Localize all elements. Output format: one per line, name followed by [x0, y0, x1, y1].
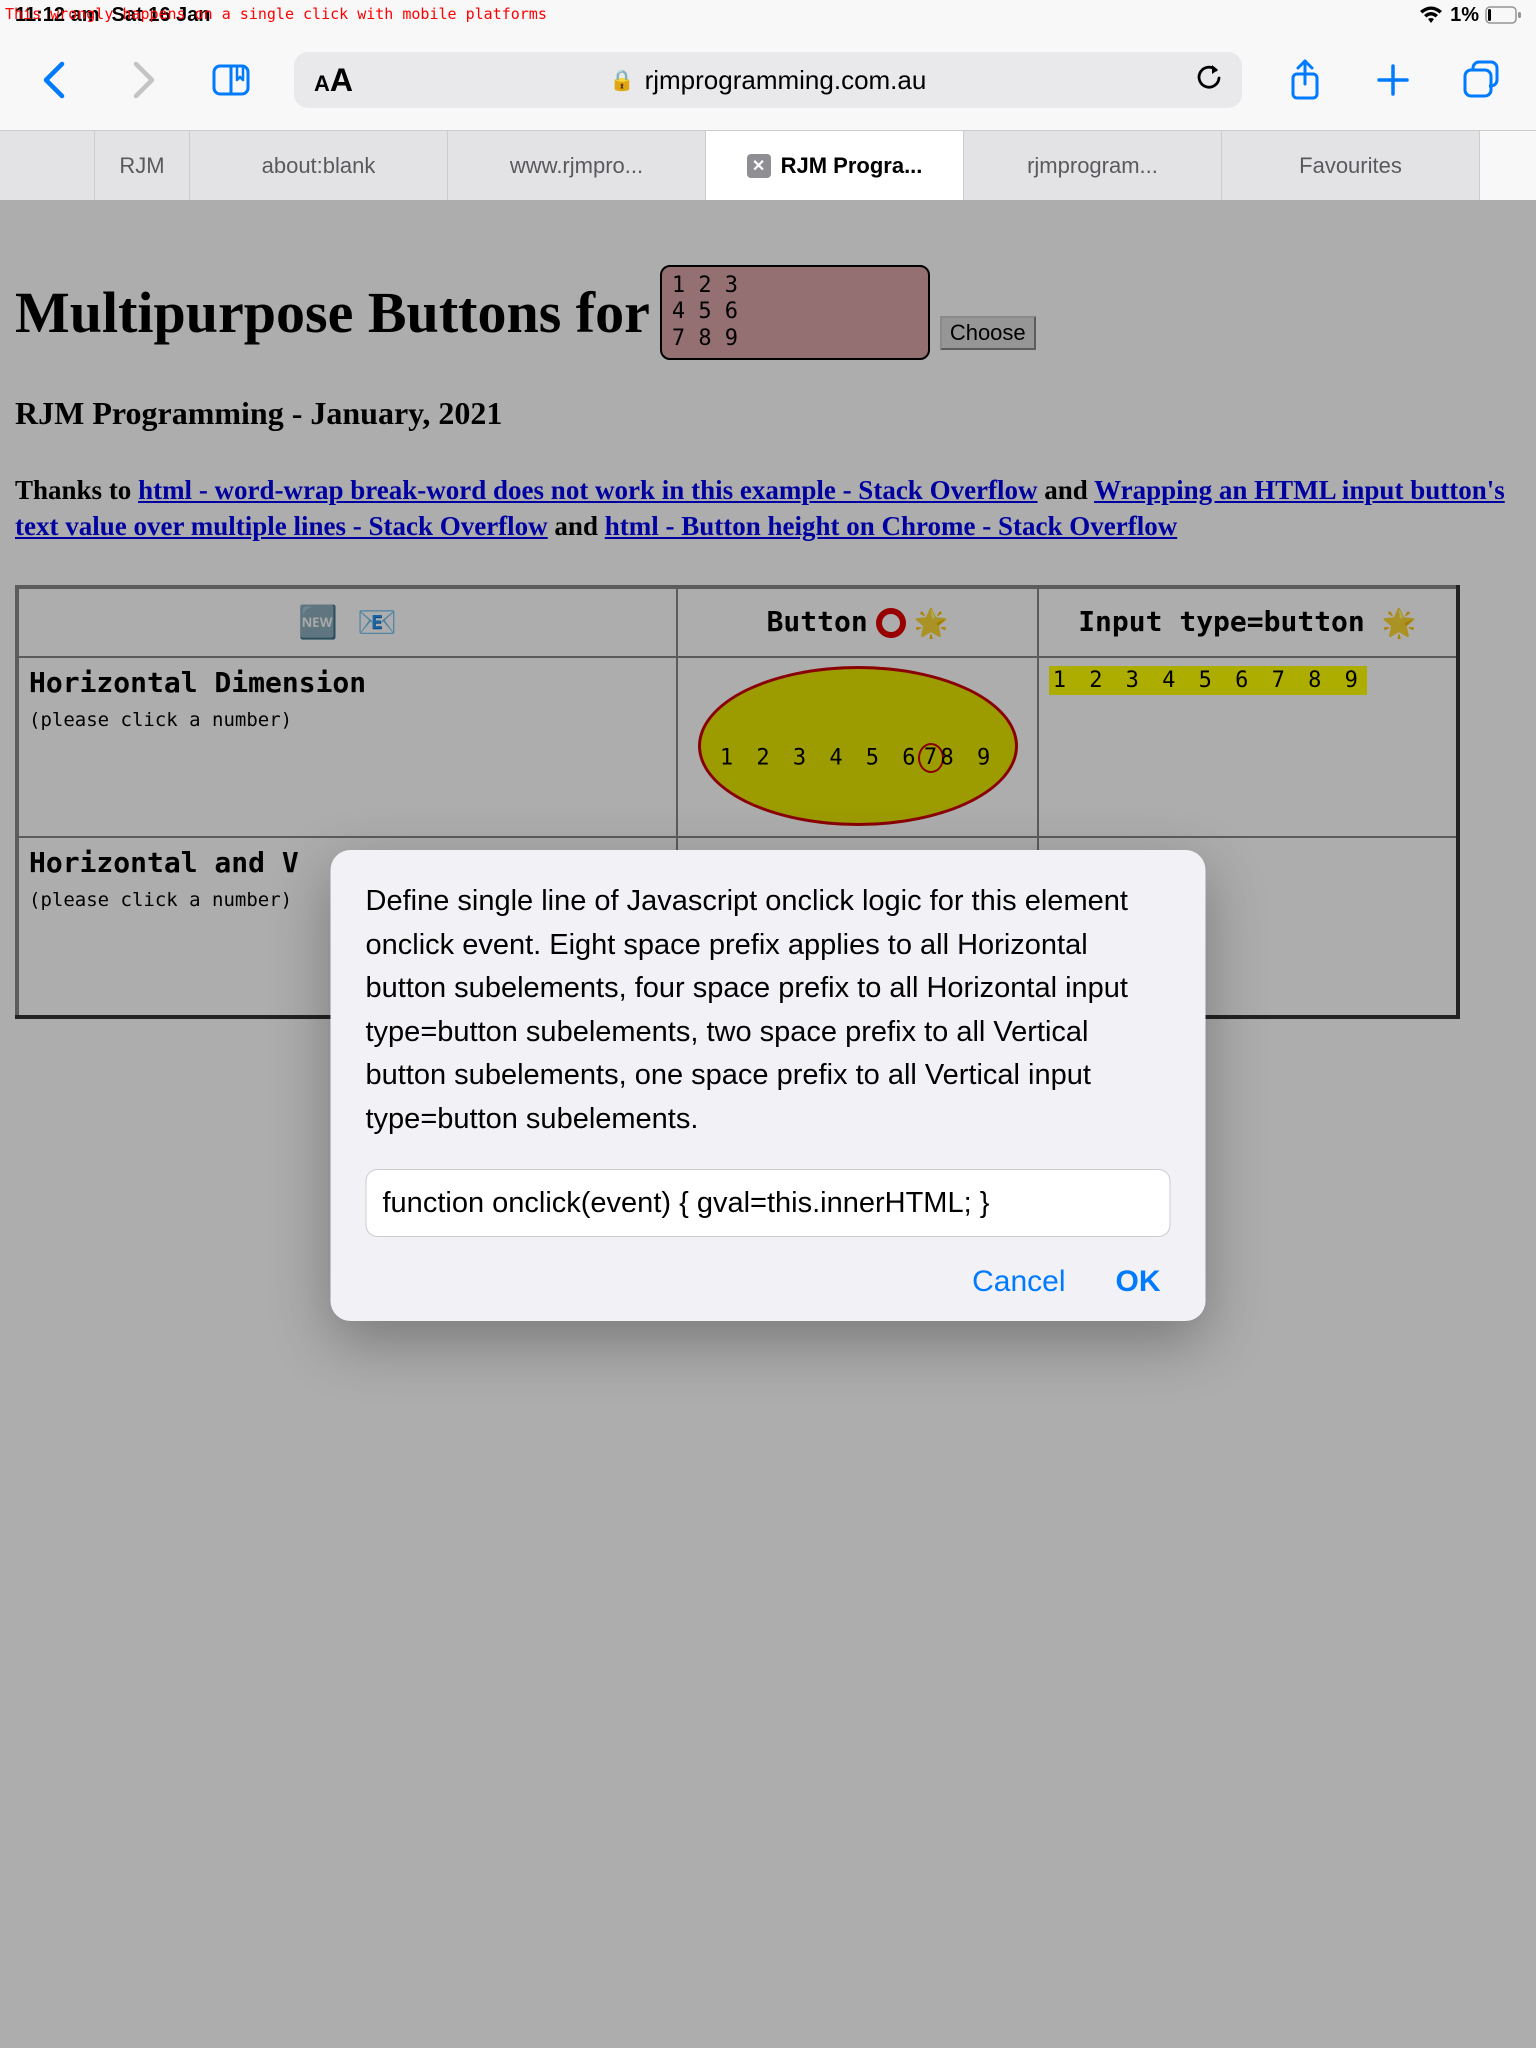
tab-overflow[interactable] [0, 131, 95, 200]
reload-button[interactable] [1194, 61, 1224, 100]
tabs-button[interactable] [1456, 55, 1506, 105]
js-prompt-dialog: Define single line of Javascript onclick… [331, 850, 1206, 1321]
url-text: rjmprogramming.com.au [645, 65, 927, 96]
tab-strip: RJM about:blank www.rjmpro... ✕ RJM Prog… [0, 130, 1536, 200]
tab-2[interactable]: www.rjmpro... [448, 131, 706, 200]
status-battery-text: 1% [1450, 4, 1479, 27]
cancel-button[interactable]: Cancel [972, 1265, 1065, 1299]
tab-5[interactable]: Favourites [1222, 131, 1480, 200]
tab-0[interactable]: RJM [95, 131, 190, 200]
lock-icon: 🔒 [610, 68, 635, 93]
close-icon[interactable]: ✕ [747, 154, 771, 178]
tab-4[interactable]: rjmprogram... [964, 131, 1222, 200]
url-bar[interactable]: AA 🔒 rjmprogramming.com.au [294, 52, 1242, 108]
share-button[interactable] [1280, 55, 1330, 105]
bookmarks-button[interactable] [206, 55, 256, 105]
forward-button [118, 55, 168, 105]
tab-3-active[interactable]: ✕ RJM Progra... [706, 131, 964, 200]
ok-button[interactable]: OK [1116, 1265, 1161, 1299]
new-tab-button[interactable] [1368, 55, 1418, 105]
dialog-input[interactable] [366, 1169, 1171, 1237]
wifi-icon [1418, 5, 1444, 25]
back-button[interactable] [30, 55, 80, 105]
text-size-button[interactable]: AA [314, 62, 353, 99]
dialog-message: Define single line of Javascript onclick… [366, 880, 1171, 1141]
toolbar: AA 🔒 rjmprogramming.com.au [0, 40, 1536, 120]
battery-icon [1485, 6, 1521, 24]
tab-1[interactable]: about:blank [190, 131, 448, 200]
overlay-annotation: This wrongly happens on a single click w… [5, 5, 547, 23]
browser-chrome: AA 🔒 rjmprogramming.com.au RJM about:bla… [0, 0, 1536, 200]
